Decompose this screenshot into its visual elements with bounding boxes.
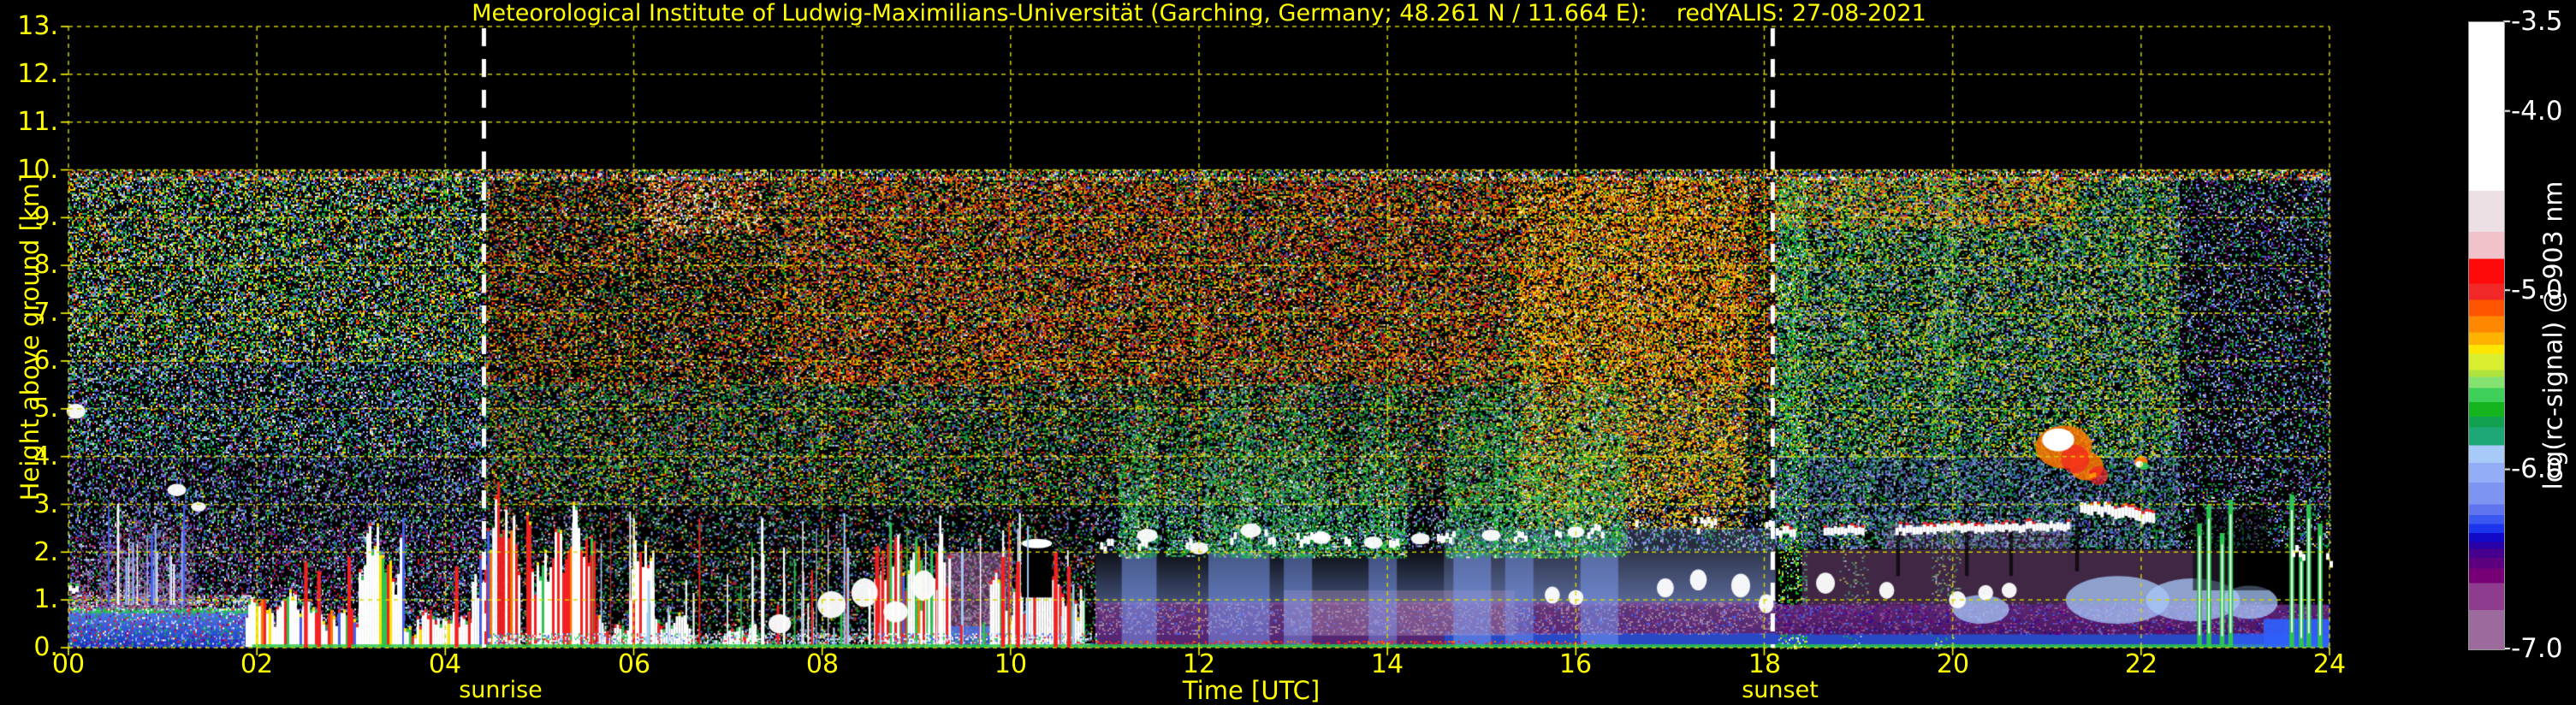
x-tick-12: 12 bbox=[1182, 649, 1216, 679]
x-tick-10: 10 bbox=[994, 649, 1028, 679]
y-tick-13: 13. bbox=[17, 11, 58, 41]
y-tick-11: 11. bbox=[17, 107, 58, 137]
colorbar-tick-1: -4.0 bbox=[2511, 96, 2563, 127]
y-tick-3: 3. bbox=[33, 489, 58, 519]
x-tick-22: 22 bbox=[2124, 649, 2158, 679]
y-tick-12: 12. bbox=[17, 59, 58, 89]
x-axis-label: Time [UTC] bbox=[1182, 676, 1321, 705]
y-tick-10: 10. bbox=[17, 155, 58, 185]
x-tick-24: 24 bbox=[2312, 649, 2347, 679]
y-tick-6: 6. bbox=[33, 346, 58, 376]
colorbar bbox=[2468, 21, 2505, 650]
y-tick-4: 4. bbox=[33, 441, 58, 471]
page-title: Meteorological Institute of Ludwig-Maxim… bbox=[472, 0, 1926, 27]
sunset-annotation: sunset bbox=[1742, 677, 1819, 703]
y-tick-5: 5. bbox=[33, 394, 58, 424]
x-tick-18: 18 bbox=[1748, 649, 1782, 679]
x-tick-00: 00 bbox=[51, 649, 86, 679]
y-tick-1: 1. bbox=[33, 584, 58, 614]
y-tick-7: 7. bbox=[33, 298, 58, 328]
colorbar-axis-label: log(rc-signal) @ 903 nm bbox=[2538, 181, 2569, 490]
y-tick-8: 8. bbox=[33, 250, 58, 280]
x-tick-16: 16 bbox=[1558, 649, 1593, 679]
y-tick-9: 9. bbox=[33, 202, 58, 232]
colorbar-tick-4: -7.0 bbox=[2511, 633, 2563, 664]
lidar-quicklook: Meteorological Institute of Ludwig-Maxim… bbox=[0, 0, 2576, 705]
x-tick-06: 06 bbox=[617, 649, 651, 679]
x-tick-04: 04 bbox=[428, 649, 462, 679]
x-tick-08: 08 bbox=[805, 649, 840, 679]
x-tick-14: 14 bbox=[1370, 649, 1404, 679]
y-tick-2: 2. bbox=[33, 537, 58, 567]
x-tick-20: 20 bbox=[1936, 649, 1970, 679]
colorbar-tick-0: -3.5 bbox=[2511, 6, 2563, 37]
sunrise-annotation: sunrise bbox=[459, 677, 543, 703]
x-tick-02: 02 bbox=[240, 649, 274, 679]
lidar-heatmap-canvas bbox=[0, 0, 2576, 705]
